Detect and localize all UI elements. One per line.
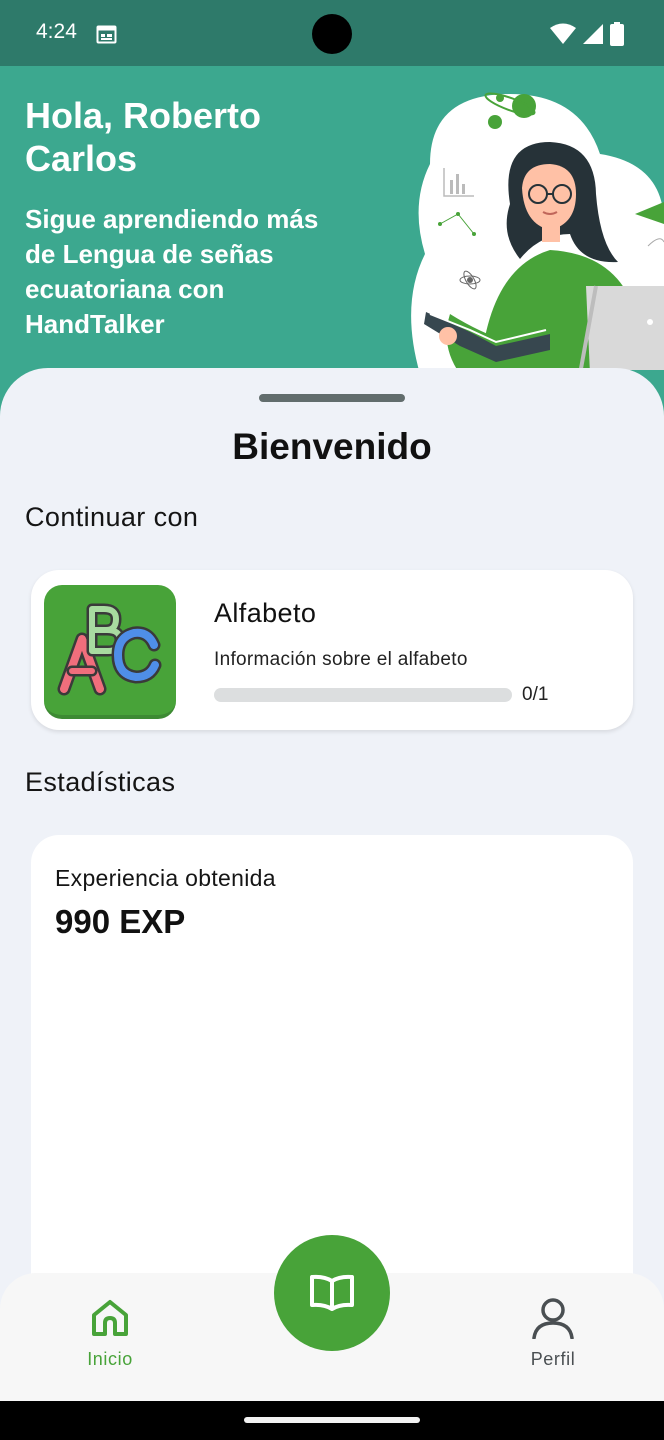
nav-item-perfil[interactable]: Perfil (493, 1297, 613, 1370)
stats-section-title: Estadísticas (25, 767, 176, 797)
lesson-title: Alfabeto (214, 598, 317, 628)
nav-label-perfil: Perfil (530, 1349, 576, 1369)
camera-cutout (312, 14, 352, 54)
continue-lesson-card[interactable]: Alfabeto Información sobre el alfabeto 0… (31, 570, 633, 730)
status-bar: 4:24 (0, 0, 664, 66)
open-book-icon (310, 1274, 354, 1311)
home-icon (92, 1300, 128, 1336)
greeting-subtitle: Sigue aprendiendo más de Lengua de señas… (25, 204, 319, 339)
abc-blocks-icon (44, 585, 176, 719)
gesture-navigation-bar (0, 1401, 664, 1440)
hero-header: Hola, Roberto Carlos Sigue aprendiendo m… (0, 66, 664, 406)
wifi-icon (550, 23, 576, 44)
continue-section-title: Continuar con (25, 502, 199, 532)
experience-label: Experiencia obtenida (55, 865, 276, 891)
status-time: 4:24 (36, 20, 77, 43)
lesson-description: Información sobre el alfabeto (214, 649, 468, 670)
status-icons (550, 22, 624, 46)
greeting-title: Hola, Roberto Carlos (25, 95, 262, 179)
welcome-title: Bienvenido (232, 426, 432, 467)
calendar-icon (96, 25, 117, 44)
battery-icon (610, 22, 624, 46)
lesson-progress-text: 0/1 (522, 684, 549, 705)
lesson-progress-bar (214, 688, 512, 702)
home-gesture-pill[interactable] (244, 1417, 420, 1423)
nav-item-inicio[interactable]: Inicio (50, 1297, 170, 1370)
sheet-drag-handle[interactable] (259, 394, 405, 402)
woman-reading-illustration (400, 92, 664, 374)
signal-icon (583, 24, 603, 44)
nav-label-inicio: Inicio (87, 1349, 133, 1369)
lessons-fab-button[interactable] (274, 1235, 390, 1351)
user-icon (532, 1298, 574, 1339)
experience-value: 990 EXP (55, 903, 186, 940)
